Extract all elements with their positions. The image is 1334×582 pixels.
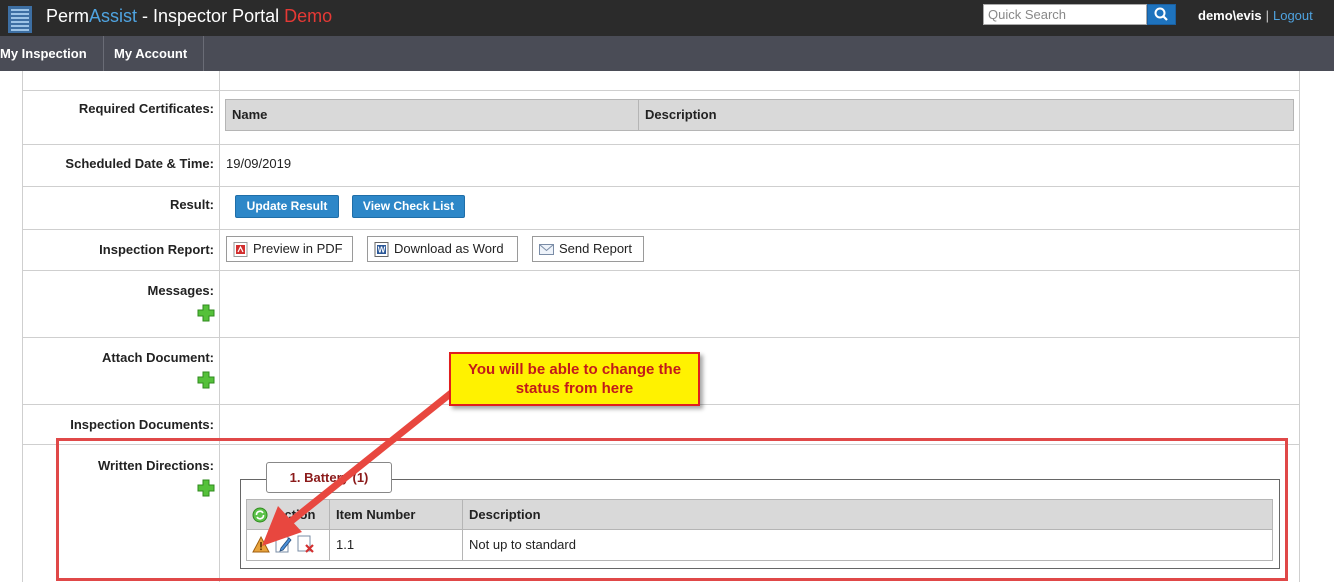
scheduled-date-value: 19/09/2019 <box>226 156 292 171</box>
add-message-plus-icon[interactable] <box>197 304 215 322</box>
certificates-table: Name Description <box>225 99 1294 131</box>
username: demo\evis <box>1198 8 1262 23</box>
send-report-label: Send Report <box>559 241 632 256</box>
view-check-list-button[interactable]: View Check List <box>352 195 465 218</box>
result-label: Result: <box>169 197 214 212</box>
envelope-icon <box>539 244 554 255</box>
messages-label: Messages: <box>147 283 214 298</box>
pdf-icon <box>233 242 248 257</box>
annotation-callout: You will be able to change the status fr… <box>449 352 700 406</box>
preview-pdf-button[interactable]: Preview in PDF <box>226 236 353 262</box>
row-divider <box>22 90 1300 91</box>
svg-text:W: W <box>378 246 386 255</box>
preview-pdf-label: Preview in PDF <box>253 241 343 256</box>
nav-my-account[interactable]: My Account <box>104 36 204 71</box>
scheduled-date-label: Scheduled Date & Time: <box>65 156 214 171</box>
brand-demo: Demo <box>284 6 333 26</box>
nav-my-inspection[interactable]: My Inspection <box>0 36 104 71</box>
row-divider <box>22 144 1300 145</box>
search-icon <box>1154 7 1168 21</box>
logout-link[interactable]: Logout <box>1273 8 1313 23</box>
inspection-report-label: Inspection Report: <box>99 242 214 257</box>
user-info: demo\evis | Logout <box>1198 8 1313 23</box>
user-separator: | <box>1265 8 1269 23</box>
annotation-highlight-box <box>56 438 1288 581</box>
row-divider <box>22 229 1300 230</box>
word-document-icon: W <box>374 242 389 257</box>
building-logo-icon <box>8 6 32 33</box>
send-report-button[interactable]: Send Report <box>532 236 644 262</box>
row-divider <box>22 186 1300 187</box>
brand-perm: Perm <box>46 6 90 26</box>
brand-portal: - Inspector Portal <box>137 6 285 26</box>
app-title[interactable]: PermAssist - Inspector Portal Demo <box>46 6 332 27</box>
required-certificates-label: Required Certificates: <box>78 101 214 116</box>
quick-search-input[interactable] <box>983 4 1147 25</box>
row-divider <box>22 337 1300 338</box>
attach-document-plus-icon[interactable] <box>197 371 215 389</box>
search-button[interactable] <box>1147 4 1176 25</box>
attach-document-label: Attach Document: <box>102 350 214 365</box>
column-header-description[interactable]: Description <box>639 100 1293 130</box>
update-result-button[interactable]: Update Result <box>235 195 339 218</box>
row-divider <box>22 270 1300 271</box>
nav-bar: My Inspection My Account <box>0 36 1334 71</box>
download-word-button[interactable]: W Download as Word <box>367 236 518 262</box>
inspection-documents-label: Inspection Documents: <box>70 417 214 432</box>
top-bar: PermAssist - Inspector Portal Demo demo\… <box>0 0 1334 36</box>
column-header-name[interactable]: Name <box>226 100 639 130</box>
brand-assist: Assist <box>89 6 138 26</box>
download-word-label: Download as Word <box>394 241 504 256</box>
